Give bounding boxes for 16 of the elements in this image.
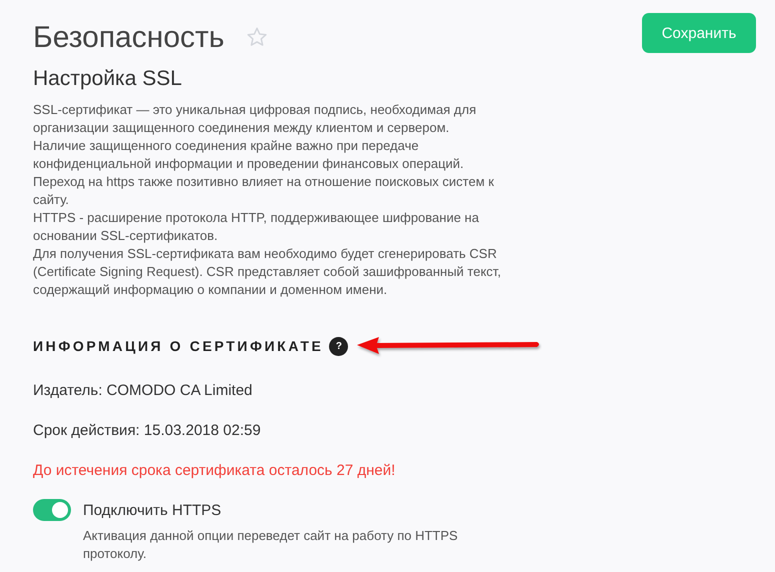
section-title: Настройка SSL [33,67,183,91]
page-title: Безопасность [33,21,224,55]
description-paragraph: HTTPS - расширение протокола HTTP, поддерживающее шифрование на основании SSL-сертификатов. [33,209,480,245]
certificate-info-text: Издатель: COMODO CA Limited [33,382,254,399]
star-icon[interactable] [246,26,268,48]
help-icon[interactable]: ? [329,336,348,356]
description-paragraph: Переход на https также позитивно влияет на отношение поисковых систем к сайту. [33,173,495,209]
description-paragraph: SSL-сертификат — это уникальная цифровая подпись, необходимая для организации защищенного соединения между клиентом и сервером. [33,101,478,137]
toggle-label: Подключить HTTPS [83,502,222,518]
https-toggle[interactable] [33,499,71,521]
section-heading: ИНФОРМАЦИЯ О СЕРТИФИКАТЕ [33,338,324,354]
certificate-info-text: До истечения срока сертификата осталось 27 дней! [33,462,396,479]
certificate-info-text: Срок действия: 15.03.2018 02:59 [33,422,262,439]
description-paragraph: Для получения SSL-сертификата вам необходимо будет сгенерировать CSR (Certificate Signing Request). CSR представляет собой зашифрованный текст, содержащий информацию о компании и доменном имени. [33,245,502,299]
toggle-description: Активация данной опции переведет сайт на работу по HTTPS протоколу. [83,527,459,563]
description-paragraph: Наличие защищенного соединения крайне важно при передаче конфиденциальной информации и проведении финансовых операций. [33,137,465,173]
